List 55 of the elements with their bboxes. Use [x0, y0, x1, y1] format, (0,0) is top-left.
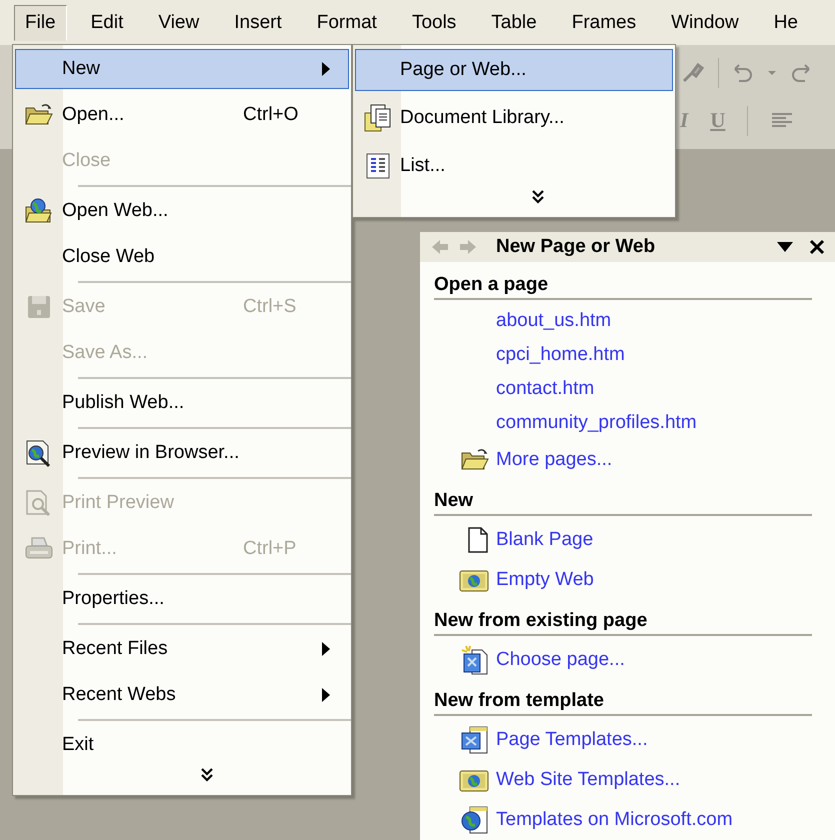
menu-item[interactable]: Open... Ctrl+O — [15, 95, 349, 135]
menu-item[interactable]: Preview in Browser... — [15, 433, 349, 473]
menu-bar-item[interactable]: View — [147, 5, 210, 41]
submenu-arrow-icon — [322, 642, 330, 656]
task-link[interactable]: More pages... — [496, 446, 612, 474]
menu-bar-item[interactable]: File — [14, 5, 67, 41]
menu-item[interactable]: Exit — [15, 725, 349, 765]
task-link[interactable]: Empty Web — [496, 566, 594, 594]
menu-item[interactable]: List... — [355, 145, 673, 187]
menu-item[interactable]: Recent Webs — [15, 675, 349, 715]
menu-bar-item[interactable]: Frames — [560, 5, 648, 41]
menu-bar-item[interactable]: Format — [306, 5, 388, 41]
submenu-arrow-icon — [322, 62, 330, 76]
choose-page-icon — [460, 644, 490, 676]
menu-bar-item[interactable]: Window — [660, 5, 750, 41]
section-heading: New — [434, 488, 474, 513]
menu-bar-item[interactable]: Edit — [80, 5, 134, 41]
globe-folder-icon — [24, 197, 54, 225]
task-link[interactable]: about_us.htm — [496, 306, 612, 336]
close-icon[interactable] — [809, 239, 825, 255]
dropdown-icon[interactable] — [777, 242, 793, 252]
submenu-arrow-icon — [322, 688, 330, 702]
task-link[interactable]: Web Site Templates... — [496, 766, 680, 794]
menu-item[interactable]: Recent Files — [15, 629, 349, 669]
menu-item[interactable]: Properties... — [15, 579, 349, 619]
menu-bar-item[interactable]: He — [762, 5, 809, 41]
expand-chevron-icon[interactable] — [532, 190, 544, 204]
document-library-icon — [363, 103, 393, 133]
expand-chevron-icon[interactable] — [201, 768, 213, 782]
task-link[interactable]: contact.htm — [496, 374, 594, 404]
section-heading: Open a page — [434, 272, 548, 297]
menu-item[interactable]: Open Web... — [15, 191, 349, 231]
menu-item[interactable]: Page or Web... — [355, 49, 673, 91]
menu-item[interactable]: Publish Web... — [15, 383, 349, 423]
back-arrow-icon[interactable] — [430, 238, 450, 256]
task-link[interactable]: Choose page... — [496, 646, 625, 674]
menu-item[interactable]: Document Library... — [355, 97, 673, 139]
blank-page-icon — [466, 526, 490, 554]
globe-page-icon — [460, 805, 490, 835]
menu-item[interactable]: New — [15, 49, 349, 89]
task-link[interactable]: Templates on Microsoft.com — [496, 806, 733, 834]
menu-bar-item[interactable]: Tools — [400, 5, 468, 41]
menu-bar-item[interactable]: Insert — [223, 5, 293, 41]
task-link[interactable]: community_profiles.htm — [496, 408, 697, 438]
forward-arrow-icon[interactable] — [458, 238, 478, 256]
section-heading: New from template — [434, 688, 604, 713]
task-link[interactable]: cpci_home.htm — [496, 340, 625, 370]
section-heading: New from existing page — [434, 608, 648, 633]
list-icon — [365, 152, 391, 180]
task-link[interactable]: Page Templates... — [496, 726, 648, 754]
task-link[interactable]: Blank Page — [496, 526, 594, 554]
task-pane-title: New Page or Web — [496, 234, 656, 259]
page-templates-icon — [460, 725, 490, 755]
menu-bar-item[interactable]: Table — [480, 5, 548, 41]
menu-item[interactable]: Close Web — [15, 237, 349, 277]
